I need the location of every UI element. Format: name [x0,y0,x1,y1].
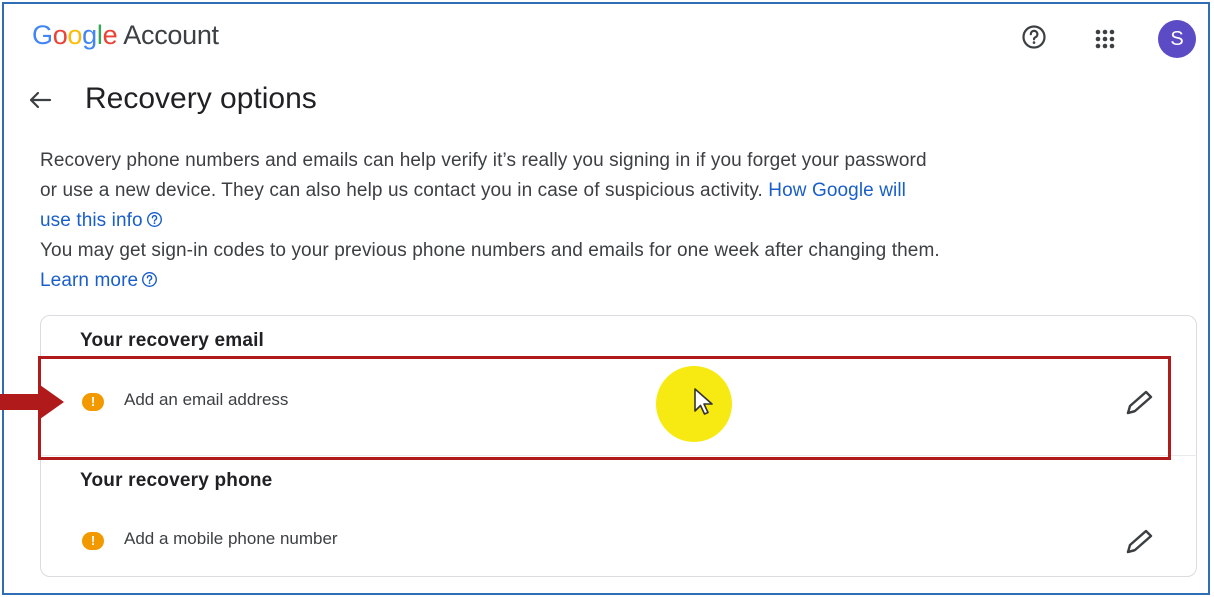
learn-more-label: Learn more [40,270,139,291]
intro-text: Recovery phone numbers and emails can he… [40,146,940,236]
help-circle-icon [142,271,158,288]
warning-icon: ! [82,532,104,550]
apps-grid-icon[interactable] [1092,26,1118,52]
logo-letter: g [82,20,97,50]
logo-letter: o [67,20,83,50]
page-title: Recovery options [85,82,317,115]
logo-letter: G [32,20,53,50]
pencil-icon[interactable] [1122,527,1156,557]
add-recovery-phone-row[interactable]: ! Add a mobile phone number [40,505,1197,577]
learn-more-link[interactable]: Learn more [40,270,158,291]
annotation-highlight-box [38,356,1171,460]
logo-letter: e [102,20,118,50]
logo-letter: o [52,20,68,50]
help-circle-icon [146,211,162,228]
help-circle-icon[interactable] [1021,24,1047,50]
google-account-logo[interactable]: Google Account [32,20,219,51]
recovery-email-title: Your recovery email [80,330,265,351]
avatar[interactable]: S [1158,20,1196,58]
codes-note-body: You may get sign-in codes to your previo… [40,240,940,261]
arrow-left-icon[interactable] [26,86,54,114]
add-phone-label: Add a mobile phone number [124,529,338,548]
recovery-phone-title: Your recovery phone [80,470,273,491]
app-header: Google Account S [0,0,1214,72]
logo-account-text: Account [123,20,219,50]
mouse-cursor-icon [694,388,713,415]
annotation-arrow-icon [0,385,64,419]
codes-note-text: You may get sign-in codes to your previo… [40,236,940,296]
